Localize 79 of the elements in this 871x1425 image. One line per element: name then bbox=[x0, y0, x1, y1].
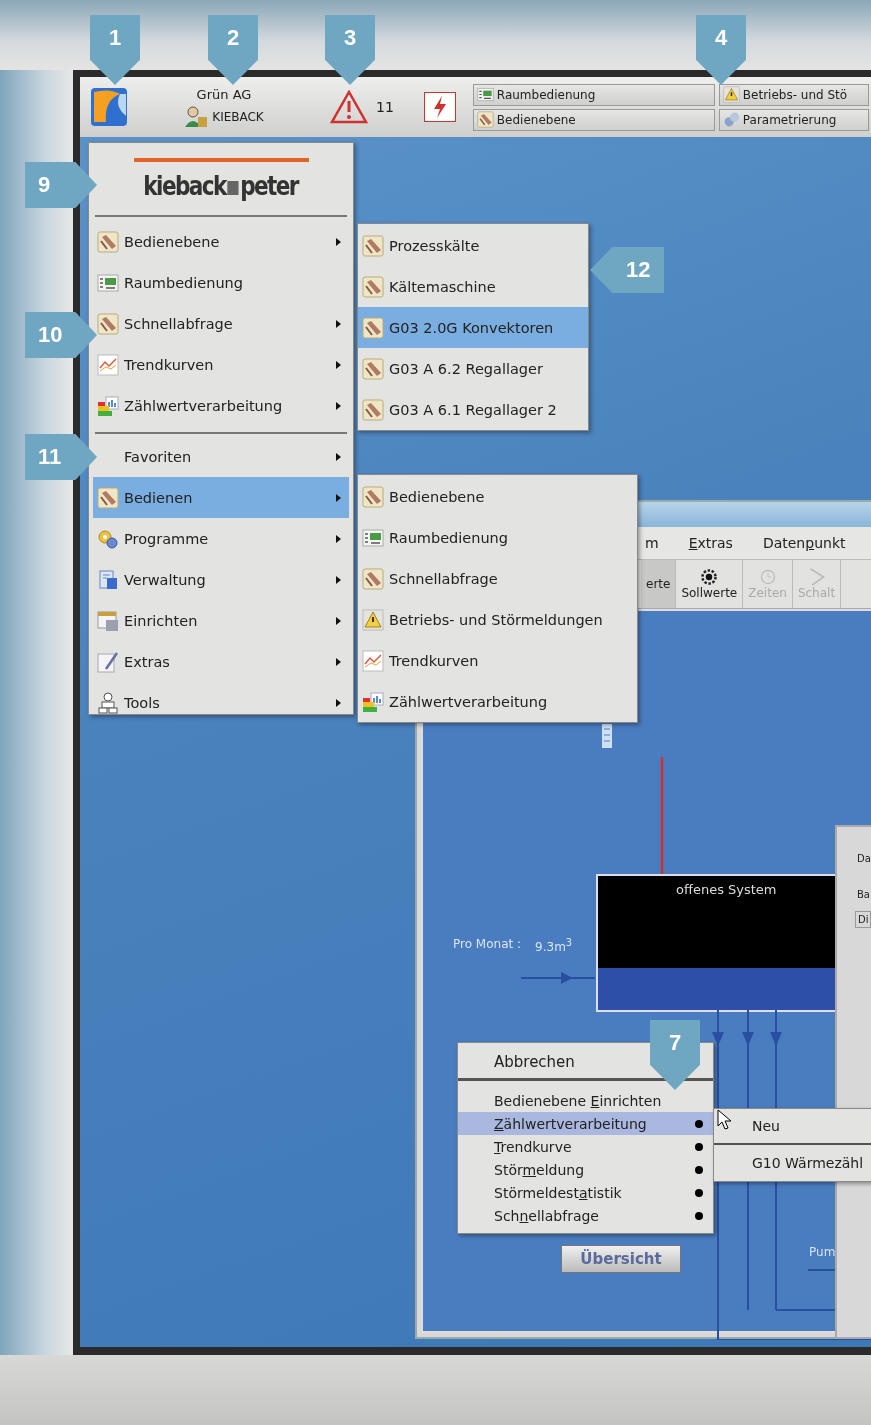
hand-icon bbox=[97, 230, 119, 253]
brand-logo: kieback peter bbox=[143, 169, 299, 201]
toolbar-button[interactable]: erte bbox=[641, 560, 677, 608]
tank-label: offenes System bbox=[676, 882, 777, 897]
toolbar-button[interactable]: Ba bbox=[857, 889, 870, 900]
tab[interactable]: Di bbox=[855, 911, 871, 928]
shortcut-button[interactable]: Betriebs- und Stö bbox=[718, 83, 869, 106]
menu-item[interactable]: Verwaltung bbox=[93, 559, 349, 600]
panel-icon bbox=[362, 526, 384, 549]
hand-icon bbox=[476, 111, 494, 128]
shortcut-button[interactable]: Raumbedienung bbox=[472, 83, 715, 106]
menu-item[interactable]: Trendkurven bbox=[358, 640, 637, 681]
sensor-icon bbox=[601, 723, 613, 749]
app-logo-icon[interactable] bbox=[90, 86, 128, 128]
toolbar-button[interactable]: Sollwerte bbox=[676, 560, 744, 608]
hand-icon bbox=[362, 485, 384, 508]
chart-icon bbox=[97, 353, 119, 376]
lightning-icon[interactable] bbox=[423, 92, 456, 122]
menu-item[interactable]: G03 2.0G Konvektoren bbox=[358, 307, 588, 348]
user-name: KIEBACK bbox=[212, 109, 264, 124]
chart-icon bbox=[362, 649, 384, 672]
site-name: Grün AG bbox=[196, 86, 252, 102]
hand-icon bbox=[362, 398, 384, 421]
menu-item[interactable]: Bedienebene bbox=[93, 221, 349, 262]
menu-item[interactable]: Schnellabfrage bbox=[358, 558, 637, 599]
menu-item[interactable]: Raumbedienung bbox=[358, 517, 637, 558]
menu-item[interactable]: Programme bbox=[93, 518, 349, 559]
menu-item[interactable]: Extras bbox=[93, 641, 349, 682]
alarm-count: 11 bbox=[376, 99, 394, 115]
context-menu-item[interactable]: Störmeldung bbox=[458, 1158, 713, 1181]
menu-item[interactable]: Bedienebene bbox=[358, 476, 637, 517]
context-menu-item[interactable]: Störmeldestatistik bbox=[458, 1181, 713, 1204]
user-icon bbox=[184, 105, 209, 128]
hand-icon bbox=[362, 567, 384, 590]
flow-value: 9.3m$^{3}$ bbox=[535, 937, 573, 954]
hand-icon bbox=[362, 357, 384, 380]
flow-label: Pro Monat : bbox=[453, 937, 522, 953]
clock-icon bbox=[758, 568, 777, 586]
menu-item[interactable]: Zählwertverarbeitung bbox=[93, 385, 349, 426]
cursor-icon bbox=[717, 1109, 733, 1131]
pump-label: Pum bbox=[809, 1245, 836, 1259]
warning-icon[interactable] bbox=[330, 90, 368, 124]
menu-bar-item[interactable]: Extras bbox=[688, 535, 733, 551]
counter-icon bbox=[362, 690, 384, 713]
switch-icon bbox=[807, 568, 826, 586]
panel-icon bbox=[476, 86, 494, 103]
context-menu-item[interactable]: Bedienebene Einrichten bbox=[458, 1089, 713, 1112]
context-menu-item[interactable]: Trendkurve bbox=[458, 1135, 713, 1158]
counter-icon bbox=[97, 394, 119, 417]
menu-item[interactable]: Betriebs- und Störmeldungen bbox=[358, 599, 637, 640]
context-menu-item[interactable]: G10 Wärmezähl bbox=[714, 1145, 871, 1181]
menu-item[interactable]: Zählwertverarbeitung bbox=[358, 681, 637, 722]
menu-bar-item[interactable]: m bbox=[645, 535, 659, 551]
hand-icon bbox=[362, 234, 384, 257]
menu-item[interactable]: Kältemaschine bbox=[358, 266, 588, 307]
warning-icon bbox=[362, 608, 384, 631]
hand-icon bbox=[97, 312, 119, 335]
menu-item[interactable]: G03 A 6.1 Regallager 2 bbox=[358, 389, 588, 430]
menu-bar-item[interactable]: Datenpunkt bbox=[762, 535, 846, 551]
person-icon bbox=[97, 691, 119, 714]
shortcut-button[interactable]: Parametrierung bbox=[718, 108, 869, 131]
warning-icon bbox=[722, 86, 740, 103]
hand-icon bbox=[97, 486, 119, 509]
hand-icon bbox=[362, 316, 384, 339]
menu-item[interactable]: Tools bbox=[93, 682, 349, 723]
shortcut-button[interactable]: Bedienebene bbox=[472, 108, 715, 131]
menu-item[interactable]: Raumbedienung bbox=[93, 262, 349, 303]
menu-bar-item[interactable]: Da bbox=[857, 853, 871, 864]
context-menu-item[interactable]: Schnellabfrage bbox=[458, 1204, 713, 1227]
menu-item[interactable]: G03 A 6.2 Regallager bbox=[358, 348, 588, 389]
gear-icon bbox=[700, 568, 719, 586]
context-menu-item[interactable]: Zählwertverarbeitung bbox=[458, 1112, 713, 1135]
menu-item[interactable]: Prozesskälte bbox=[358, 225, 588, 266]
pen-icon bbox=[97, 650, 119, 673]
overview-button[interactable]: Übersicht bbox=[561, 1245, 681, 1273]
panel-icon bbox=[97, 271, 119, 294]
menu-item[interactable]: Bedienen bbox=[93, 477, 349, 518]
hand-icon bbox=[362, 275, 384, 298]
menu-item[interactable]: Einrichten bbox=[93, 600, 349, 641]
